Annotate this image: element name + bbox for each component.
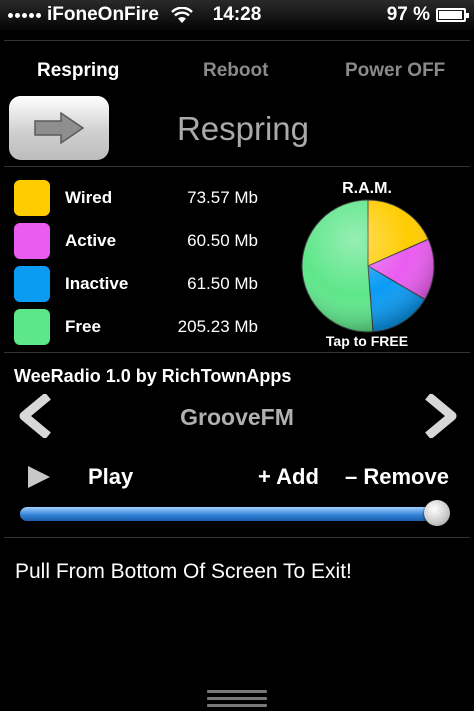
arrow-right-icon: [34, 111, 85, 145]
status-bar: iFoneOnFire 14:28 97 %: [0, 0, 474, 30]
respring-button[interactable]: [9, 96, 109, 160]
volume-slider-fill: [20, 507, 438, 521]
add-station-button[interactable]: + Add: [258, 464, 319, 490]
ram-row-free: Free 205.23 Mb: [14, 309, 274, 345]
divider: [4, 166, 470, 167]
ram-title: R.A.M.: [342, 180, 392, 197]
radio-title: WeeRadio 1.0 by RichTownApps: [14, 366, 292, 386]
tab-power-off[interactable]: Power OFF: [345, 60, 445, 82]
tap-to-free-label[interactable]: Tap to FREE: [304, 333, 430, 349]
ram-label: Free: [65, 317, 101, 336]
tab-respring[interactable]: Respring: [37, 60, 119, 82]
ram-row-inactive: Inactive 61.50 Mb: [14, 266, 274, 302]
ram-value: 61.50 Mb: [187, 274, 258, 293]
color-swatch: [14, 266, 50, 302]
ram-value: 205.23 Mb: [177, 317, 258, 336]
ram-value: 60.50 Mb: [187, 231, 258, 250]
remove-station-button[interactable]: – Remove: [345, 464, 449, 490]
ram-label: Inactive: [65, 274, 129, 293]
volume-slider-thumb[interactable]: [424, 500, 451, 526]
ram-row-active: Active 60.50 Mb: [14, 223, 274, 259]
ram-label: Wired: [65, 188, 113, 207]
divider: [4, 537, 470, 538]
pie-gloss: [302, 200, 434, 332]
tab-reboot[interactable]: Reboot: [203, 60, 268, 82]
station-name: GrooveFM: [180, 404, 294, 430]
play-icon[interactable]: [26, 465, 52, 489]
play-button[interactable]: Play: [88, 464, 133, 490]
battery-icon: [436, 8, 469, 22]
ram-row-wired: Wired 73.57 Mb: [14, 180, 274, 216]
color-swatch: [14, 309, 50, 345]
ram-pie-chart[interactable]: [300, 198, 436, 334]
respring-title: Respring: [176, 110, 310, 147]
ram-value: 73.57 Mb: [187, 188, 258, 207]
divider: [4, 40, 470, 41]
drag-handle-icon[interactable]: [207, 690, 267, 711]
chevron-left-icon[interactable]: [16, 394, 56, 438]
chevron-right-icon[interactable]: [420, 394, 460, 438]
color-swatch: [14, 223, 50, 259]
ram-label: Active: [65, 231, 117, 250]
color-swatch: [14, 180, 50, 216]
battery-percent: 97 %: [386, 4, 430, 25]
battery-area: 97 %: [386, 4, 469, 26]
divider: [4, 352, 470, 353]
exit-hint: Pull From Bottom Of Screen To Exit!: [15, 560, 352, 583]
volume-slider[interactable]: [20, 507, 450, 521]
